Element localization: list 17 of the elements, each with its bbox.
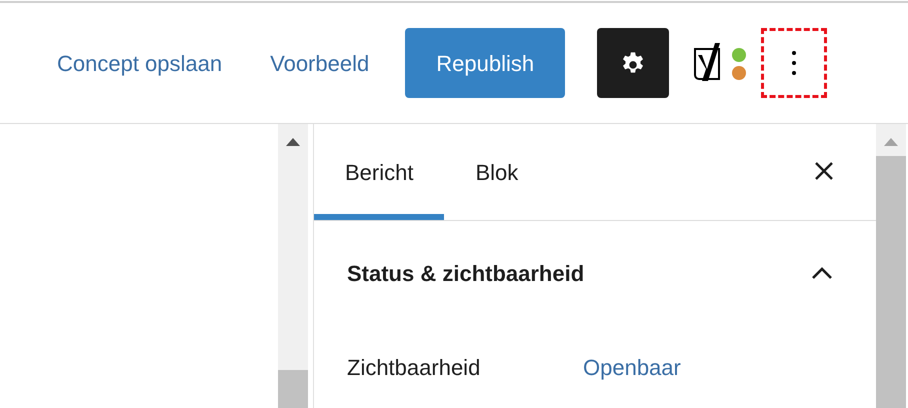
panel-title[interactable]: Status & zichtbaarheid: [347, 256, 584, 290]
save-draft-link[interactable]: Concept opslaan: [57, 46, 222, 80]
close-icon: [814, 161, 834, 181]
sidebar-tab[interactable]: Bericht: [314, 124, 444, 220]
close-button[interactable]: [814, 161, 834, 181]
preview-link[interactable]: Voorbeeld: [270, 46, 370, 80]
more-vertical-icon: [791, 50, 798, 76]
settings-button[interactable]: [597, 28, 670, 98]
visibility-link[interactable]: Openbaar: [583, 351, 681, 384]
publish-button[interactable]: Republish: [405, 28, 566, 98]
scrollbar-thumb[interactable]: [278, 370, 308, 408]
scroll-up-arrow-icon[interactable]: [286, 138, 300, 146]
setting-label: Zichtbaarheid: [347, 354, 482, 382]
more-options-button[interactable]: [761, 28, 828, 98]
scrollbar[interactable]: [278, 124, 308, 408]
sidebar-tab[interactable]: Blok: [444, 124, 550, 220]
chevron-up-icon[interactable]: [811, 266, 833, 280]
